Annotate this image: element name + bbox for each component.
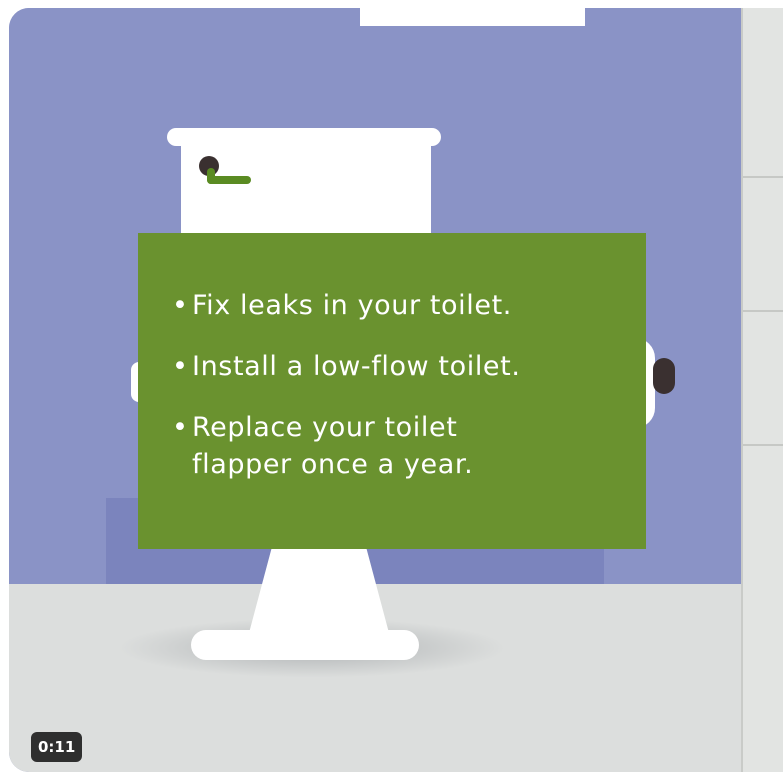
tip-item: • Install a low-flow toilet. (172, 348, 632, 385)
tip-text: Replace your toilet flapper once a year. (192, 412, 474, 480)
video-player[interactable]: • Fix leaks in your toilet. • Install a … (9, 8, 783, 772)
tips-panel: • Fix leaks in your toilet. • Install a … (138, 233, 646, 549)
illustration-side-wall (741, 8, 783, 772)
tile-line (743, 310, 783, 312)
tip-text: Fix leaks in your toilet. (192, 290, 512, 321)
tip-text: Install a low-flow toilet. (192, 351, 521, 382)
tip-item: • Replace your toilet flapper once a yea… (172, 409, 552, 483)
tip-item: • Fix leaks in your toilet. (172, 287, 632, 324)
bullet-icon: • (172, 351, 189, 382)
video-card[interactable]: • Fix leaks in your toilet. • Install a … (0, 0, 783, 779)
toilet-seat-knob (653, 358, 675, 394)
tile-line (743, 444, 783, 446)
video-timestamp-badge: 0:11 (31, 732, 83, 762)
toilet-base (191, 630, 419, 660)
bullet-icon: • (172, 290, 189, 321)
bullet-icon: • (172, 412, 189, 443)
tile-line (743, 176, 783, 178)
toilet-handle-arm (207, 176, 251, 184)
illustration-window-edge (360, 8, 585, 26)
